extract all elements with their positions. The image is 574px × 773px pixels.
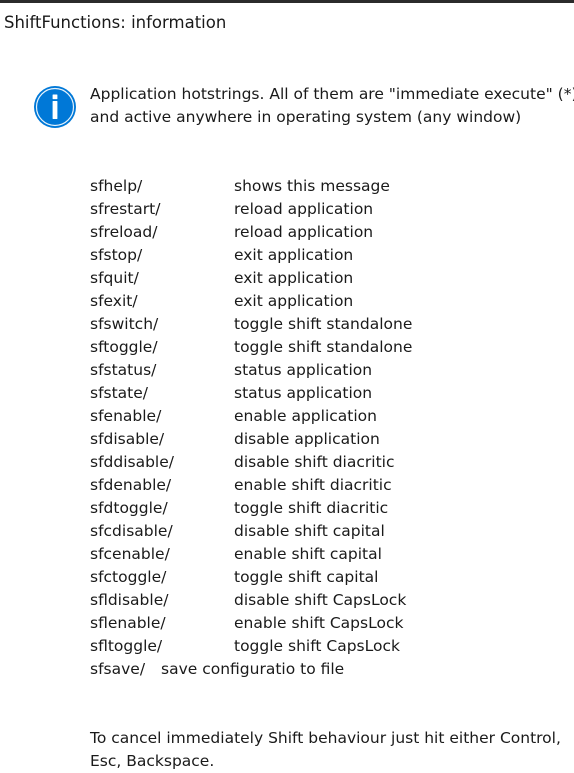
hotstring-description: disable shift CapsLock <box>234 591 407 609</box>
hotstring-command: sfstop/ <box>90 246 143 264</box>
hotstring-command: sftoggle/ <box>90 338 158 356</box>
footer-note: To cancel immediately Shift behaviour ju… <box>90 727 570 773</box>
hotstring-description: enable shift capital <box>234 545 382 563</box>
hotstring-description: shows this message <box>234 177 390 195</box>
hotstring-command: sfexit/ <box>90 292 138 310</box>
hotstring-command: sfenable/ <box>90 407 162 425</box>
hotstring-command: sfsave/ <box>90 660 146 678</box>
hotstring-description: toggle shift CapsLock <box>234 637 400 655</box>
info-icon <box>34 86 76 128</box>
hotstring-row: sfcenable/enable shift capital <box>90 543 560 566</box>
hotstring-row: sfhelp/shows this message <box>90 175 560 198</box>
hotstring-description: reload application <box>234 200 374 218</box>
hotstring-command: sflenable/ <box>90 614 166 632</box>
hotstring-row: sfswitch/toggle shift standalone <box>90 313 560 336</box>
hotstring-description: toggle shift diacritic <box>234 499 389 517</box>
hotstring-description: enable application <box>234 407 377 425</box>
hotstring-description: toggle shift standalone <box>234 338 413 356</box>
hotstring-row: sfdisable/disable application <box>90 428 560 451</box>
hotstring-row: sfexit/exit application <box>90 290 560 313</box>
hotstring-command: sfldisable/ <box>90 591 169 609</box>
hotstring-description: toggle shift standalone <box>234 315 413 333</box>
hotstring-row: sfddisable/disable shift diacritic <box>90 451 560 474</box>
hotstring-row: sfstatus/status application <box>90 359 560 382</box>
hotstring-row: sfsave/save configuratio to file <box>90 658 560 681</box>
hotstring-row: sfstop/exit application <box>90 244 560 267</box>
hotstring-row: sfstate/status application <box>90 382 560 405</box>
footer-line: To cancel immediately Shift behaviour ju… <box>90 729 561 747</box>
hotstring-description: exit application <box>234 292 354 310</box>
hotstring-row: sfenable/enable application <box>90 405 560 428</box>
message-box-window: ShiftFunctions: information Application … <box>0 0 574 773</box>
hotstring-command: sfrestart/ <box>90 200 161 218</box>
hotstring-description: disable application <box>234 430 380 448</box>
hotstring-command: sfcdisable/ <box>90 522 173 540</box>
hotstring-description: exit application <box>234 269 354 287</box>
hotstring-command: sfstate/ <box>90 384 149 402</box>
message-text: Application hotstrings. All of them are … <box>90 83 574 129</box>
hotstring-command: sfstatus/ <box>90 361 157 379</box>
hotstring-description: disable shift capital <box>234 522 385 540</box>
message-line: Application hotstrings. All of them are … <box>90 85 574 103</box>
hotstring-row: sfquit/exit application <box>90 267 560 290</box>
hotstring-command: sfddisable/ <box>90 453 174 471</box>
hotstring-command: sfcenable/ <box>90 545 170 563</box>
hotstring-command: sfdisable/ <box>90 430 165 448</box>
hotstring-row: sfctoggle/toggle shift capital <box>90 566 560 589</box>
hotstring-row: sfdenable/enable shift diacritic <box>90 474 560 497</box>
hotstring-command: sfswitch/ <box>90 315 159 333</box>
message-line: and active anywhere in operating system … <box>90 108 522 126</box>
hotstring-description: reload application <box>234 223 374 241</box>
hotstring-description: save configuratio to file <box>161 660 345 678</box>
hotstring-command: sfltoggle/ <box>90 637 163 655</box>
hotstring-row: sfrestart/reload application <box>90 198 560 221</box>
hotstring-row: sfldisable/disable shift CapsLock <box>90 589 560 612</box>
hotstring-command: sfhelp/ <box>90 177 143 195</box>
hotstring-command: sfdtoggle/ <box>90 499 168 517</box>
window-title: ShiftFunctions: information <box>4 13 227 32</box>
hotstring-description: status application <box>234 384 373 402</box>
hotstring-row: sfltoggle/toggle shift CapsLock <box>90 635 560 658</box>
hotstring-description: enable shift CapsLock <box>234 614 404 632</box>
hotstring-command: sfquit/ <box>90 269 139 287</box>
hotstring-command: sfreload/ <box>90 223 158 241</box>
hotstring-list: sfhelp/shows this message sfrestart/relo… <box>90 175 560 681</box>
hotstring-row: sfreload/reload application <box>90 221 560 244</box>
footer-line: Esc, Backspace. <box>90 752 215 770</box>
hotstring-description: exit application <box>234 246 354 264</box>
hotstring-description: toggle shift capital <box>234 568 379 586</box>
hotstring-command: sfdenable/ <box>90 476 172 494</box>
hotstring-description: disable shift diacritic <box>234 453 395 471</box>
hotstring-row: sfdtoggle/toggle shift diacritic <box>90 497 560 520</box>
hotstring-description: enable shift diacritic <box>234 476 392 494</box>
hotstring-row: sftoggle/toggle shift standalone <box>90 336 560 359</box>
hotstring-command: sfctoggle/ <box>90 568 167 586</box>
hotstring-description: status application <box>234 361 373 379</box>
hotstring-row: sfcdisable/disable shift capital <box>90 520 560 543</box>
hotstring-row: sflenable/enable shift CapsLock <box>90 612 560 635</box>
